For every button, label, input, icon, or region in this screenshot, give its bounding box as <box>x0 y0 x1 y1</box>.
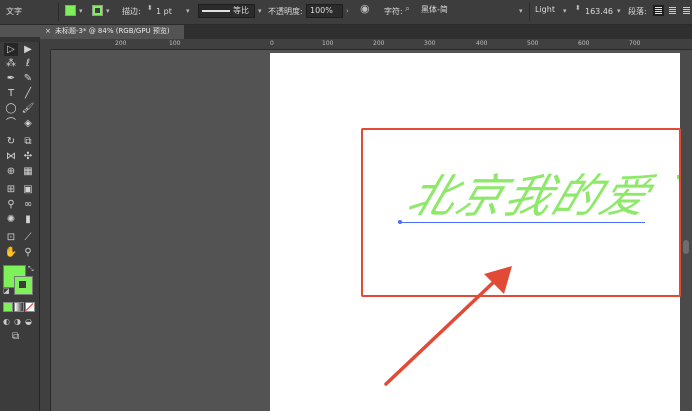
rotate-tool-icon[interactable]: ↻ <box>4 135 18 148</box>
stepper-icon[interactable]: ⬍ <box>575 4 581 12</box>
pen-tool-icon[interactable]: ✒ <box>4 72 18 85</box>
curvature-tool-icon[interactable]: ✎ <box>21 72 35 85</box>
line-tool-icon[interactable]: ╱ <box>21 87 35 100</box>
selection-type-label: 文字 <box>6 7 22 16</box>
ruler-tick-label: 300 <box>424 40 436 47</box>
ruler-tick-label: 0 <box>270 40 274 47</box>
type-tool-icon[interactable]: T <box>4 87 18 100</box>
default-colors-icon[interactable]: ◪ <box>3 287 10 295</box>
draw-behind-icon[interactable]: ◑ <box>14 317 21 326</box>
stepper-icon[interactable]: ⬍ <box>147 4 153 12</box>
scrollbar-thumb[interactable] <box>683 240 689 254</box>
mesh-tool-icon[interactable]: ⊞ <box>4 183 18 196</box>
opacity-label: 不透明度: <box>268 7 303 16</box>
eraser-tool-icon[interactable]: ◈ <box>21 117 35 130</box>
opacity-field[interactable]: 100% <box>306 4 343 18</box>
align-right-icon <box>683 7 690 8</box>
zoom-tool-icon[interactable]: ⚲ <box>21 246 35 259</box>
ruler-tick-label: 700 <box>629 40 641 47</box>
align-left-icon <box>655 7 662 8</box>
ruler-tick-label: 500 <box>527 40 539 47</box>
chevron-down-icon[interactable]: ▾ <box>186 7 190 15</box>
search-icon[interactable]: ⌕ <box>405 5 410 14</box>
tools-panel: ▷ ▶ ⁂ ℓ ✒ ✎ T ╱ ◯ 🖌 ⌒ ◈ ↻ ⧉ ⋈ ✣ ⊕ ▦ ⊞ ▣ … <box>0 37 40 411</box>
panel-grip[interactable] <box>0 37 40 42</box>
align-center-icon <box>669 7 676 8</box>
stroke-label: 描边: <box>122 7 141 16</box>
scale-tool-icon[interactable]: ⧉ <box>21 135 35 148</box>
gradient-mode-icon[interactable] <box>14 302 24 312</box>
chevron-down-icon[interactable]: ▾ <box>617 7 621 15</box>
align-right-button[interactable] <box>681 5 692 16</box>
vertical-scrollbar[interactable] <box>680 50 692 411</box>
close-icon[interactable]: × <box>45 27 51 36</box>
swap-colors-icon[interactable]: ⤡ <box>28 265 34 274</box>
recolor-icon[interactable]: ◉ <box>360 3 370 14</box>
draw-inside-icon[interactable]: ◒ <box>25 317 32 326</box>
symbol-sprayer-tool-icon[interactable]: ✺ <box>4 213 18 226</box>
eyedropper-tool-icon[interactable]: ⚲ <box>4 198 18 211</box>
control-bar: 文字 ▾ ▾ 描边: ⬍ 1 pt ▾ 等比 ▾ 不透明度: 100% › ◉ … <box>0 0 692 25</box>
align-center-button[interactable] <box>667 5 678 16</box>
artboard-tool-icon[interactable]: ⊡ <box>4 231 18 244</box>
paragraph-label: 段落: <box>628 7 647 16</box>
paintbrush-tool-icon[interactable]: 🖌 <box>21 102 35 115</box>
divider <box>58 3 59 21</box>
color-mode-icon[interactable] <box>3 302 13 312</box>
character-label: 字符: <box>384 7 403 16</box>
chevron-down-icon[interactable]: ▾ <box>519 7 523 15</box>
ruler-tick-label: 100 <box>322 40 334 47</box>
ruler-tick-label: 200 <box>373 40 385 47</box>
column-graph-tool-icon[interactable]: ▮ <box>21 213 35 226</box>
draw-normal-icon[interactable]: ◐ <box>3 317 10 326</box>
ruler-tick-label: 400 <box>476 40 488 47</box>
gradient-tool-icon[interactable]: ▣ <box>21 183 35 196</box>
horizontal-ruler[interactable]: 200 100 0 100 200 300 400 500 600 700 <box>51 39 692 50</box>
align-left-button[interactable] <box>653 5 664 16</box>
lasso-tool-icon[interactable]: ℓ <box>21 57 35 70</box>
fill-color-swatch[interactable] <box>65 5 76 16</box>
stroke-swatch-hole <box>19 281 26 288</box>
none-slash <box>25 303 34 311</box>
magic-wand-tool-icon[interactable]: ⁂ <box>4 57 18 70</box>
stroke-hole <box>95 8 100 13</box>
hand-tool-icon[interactable]: ✋ <box>4 246 18 259</box>
chevron-down-icon[interactable]: ▾ <box>79 7 83 15</box>
stroke-color-swatch[interactable] <box>92 5 103 16</box>
blend-tool-icon[interactable]: ∞ <box>21 198 35 211</box>
stroke-line-preview <box>202 10 230 12</box>
chevron-right-icon[interactable]: › <box>346 7 349 15</box>
font-size-value[interactable]: 163.46 <box>585 6 613 18</box>
font-family-field[interactable]: 黑体-简 <box>418 4 516 18</box>
annotation-arrow <box>384 266 512 386</box>
divider <box>529 3 530 21</box>
ruler-tick-label: 100 <box>169 40 181 47</box>
document-title: 未标题-3* @ 84% (RGB/GPU 预览) <box>55 27 170 35</box>
ellipse-tool-icon[interactable]: ◯ <box>4 102 18 115</box>
none-mode-icon[interactable] <box>25 302 35 312</box>
ruler-origin[interactable] <box>40 39 51 50</box>
stroke-swatch[interactable] <box>14 276 33 295</box>
chevron-down-icon[interactable]: ▾ <box>563 7 567 15</box>
width-tool-icon[interactable]: ⋈ <box>4 150 18 163</box>
vertical-ruler[interactable] <box>40 50 51 411</box>
screen-mode-icon[interactable]: ⧉ <box>12 331 19 342</box>
puppet-warp-tool-icon[interactable]: ✣ <box>21 150 35 163</box>
document-tab[interactable]: × 未标题-3* @ 84% (RGB/GPU 预览) <box>41 25 184 39</box>
direct-selection-tool-icon[interactable]: ▶ <box>21 43 35 56</box>
stroke-profile-dropdown[interactable]: 等比 <box>198 4 255 18</box>
chevron-down-icon[interactable]: ▾ <box>258 7 262 15</box>
selection-tool-icon[interactable]: ▷ <box>4 43 18 56</box>
stroke-weight-value[interactable]: 1 pt <box>156 6 172 18</box>
shape-builder-tool-icon[interactable]: ⊕ <box>4 165 18 178</box>
shaper-tool-icon[interactable]: ⌒ <box>4 117 18 130</box>
perspective-grid-tool-icon[interactable]: ▦ <box>21 165 35 178</box>
chevron-down-icon[interactable]: ▾ <box>106 7 110 15</box>
ruler-tick-label: 200 <box>115 40 127 47</box>
ruler-tick-label: 600 <box>578 40 590 47</box>
slice-tool-icon[interactable]: ⟋ <box>21 231 35 244</box>
stroke-profile-label: 等比 <box>233 6 249 15</box>
